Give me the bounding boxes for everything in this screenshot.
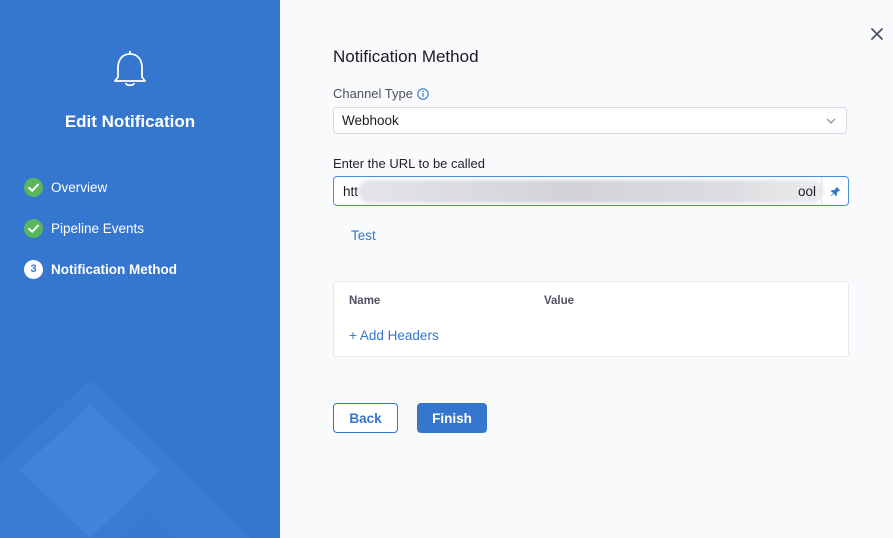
channel-type-label: Channel Type [333,86,429,101]
url-label: Enter the URL to be called [333,156,485,171]
redacted-url [358,180,824,203]
channel-type-label-text: Channel Type [333,86,413,101]
step-label: Pipeline Events [51,220,145,236]
test-button[interactable]: Test [351,228,376,243]
bell-icon [114,51,146,87]
chevron-down-icon [826,118,836,124]
page-title: Notification Method [333,47,479,66]
info-icon[interactable] [417,87,429,100]
pin-button[interactable] [821,177,848,205]
headers-table: Name Value + Add Headers [333,281,849,357]
step-label: Notification Method [51,261,177,277]
step-label: Overview [51,179,108,195]
step-notification-method[interactable]: 3 Notification Method [24,258,177,280]
sidebar-title: Edit Notification [64,112,196,131]
step-list: Overview Pipeline Events 3 Notification … [24,176,177,299]
back-button[interactable]: Back [333,403,398,433]
close-icon[interactable] [869,26,885,42]
add-headers-button[interactable]: + Add Headers [349,328,439,343]
check-circle-icon [24,218,43,238]
finish-button[interactable]: Finish [417,403,487,433]
url-value-end: ool [797,184,816,199]
sidebar: Edit Notification Overview Pipeline Even… [0,0,280,538]
column-header-value: Value [544,295,575,307]
check-circle-icon [24,177,43,197]
url-input[interactable]: htt ool [333,176,849,206]
url-value-start: htt [343,184,359,199]
channel-type-select[interactable]: Webhook [333,107,847,134]
column-header-name: Name [349,295,381,307]
step-pipeline-events[interactable]: Pipeline Events [24,217,177,239]
channel-type-value: Webhook [342,113,399,128]
step-overview[interactable]: Overview [24,176,177,198]
notification-dialog: Edit Notification Overview Pipeline Even… [0,0,893,538]
pin-icon [830,186,840,196]
step-number-badge: 3 [24,259,43,279]
